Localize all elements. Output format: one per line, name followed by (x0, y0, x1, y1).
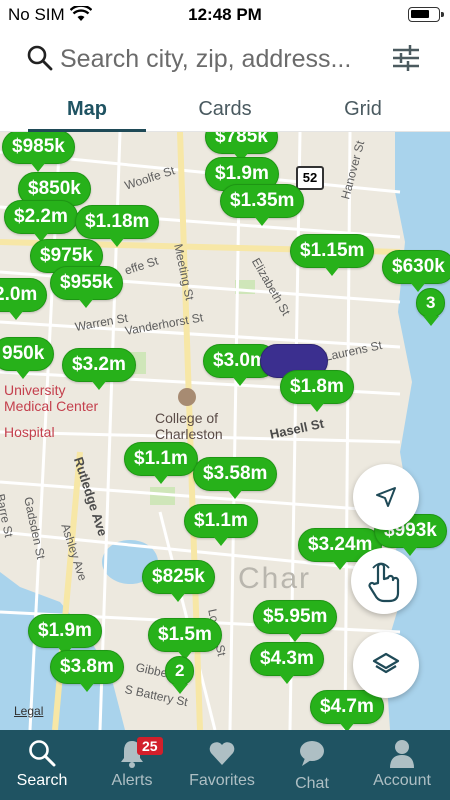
price-pin[interactable]: $825k (142, 560, 215, 602)
price-pin[interactable]: $1.15m (290, 234, 375, 276)
tab-grid[interactable]: Grid (288, 98, 438, 121)
status-bar: No SIM 12:48 PM (0, 0, 450, 30)
nav-label: Chat (295, 775, 329, 792)
alerts-count-badge: 25 (137, 737, 163, 755)
college-icon (178, 388, 196, 406)
map-layers-button[interactable] (353, 632, 419, 698)
nav-search[interactable]: Search (0, 730, 87, 800)
price-pin[interactable]: $1.8m (280, 370, 354, 412)
battery-icon (408, 7, 444, 22)
nav-favorites[interactable]: Favorites (177, 730, 267, 800)
price-pin[interactable]: $985k (2, 132, 75, 172)
price-pin[interactable]: $1.1m (124, 442, 198, 484)
price-pin[interactable]: $1.1m (184, 504, 258, 546)
nav-label: Search (16, 772, 68, 789)
search-bar (0, 34, 450, 86)
college-label: College of (155, 410, 219, 426)
price-pin[interactable]: $1.5m (148, 618, 222, 660)
hospital-label: Medical Center (4, 398, 99, 414)
nav-label: Alerts (111, 772, 153, 789)
search-input[interactable] (60, 42, 380, 76)
bottom-nav: Search Alerts Favorites Chat Account (0, 730, 450, 800)
hand-pointer-icon (368, 562, 400, 603)
price-pin[interactable]: $4.3m (250, 642, 324, 684)
price-pin[interactable]: $3.2m (62, 348, 136, 390)
search-icon[interactable] (26, 44, 54, 77)
filter-sliders-icon[interactable] (390, 42, 422, 79)
tab-map[interactable]: Map (12, 98, 162, 121)
hospital-label: University (4, 382, 66, 398)
nav-chat[interactable]: Chat (267, 730, 357, 800)
price-pin[interactable]: $630k (382, 250, 450, 292)
nav-label: Account (373, 772, 431, 789)
price-pin[interactable]: $3.8m (50, 650, 124, 692)
price-pin[interactable]: 950k (0, 337, 55, 379)
price-pin[interactable]: $5.95m (253, 600, 338, 642)
draw-search-button[interactable] (351, 548, 417, 614)
search-icon (29, 740, 56, 767)
nav-label: Favorites (189, 772, 255, 789)
hospital-label: Hospital (4, 424, 55, 440)
chat-bubble-icon (300, 741, 324, 766)
heart-icon (209, 742, 235, 765)
clock: 12:48 PM (188, 5, 262, 24)
price-pin[interactable]: 2.0m (0, 278, 48, 320)
price-pin[interactable]: $3.58m (193, 457, 278, 499)
layers-icon (372, 652, 400, 674)
locate-button[interactable] (353, 464, 419, 530)
map-view[interactable]: Woolfe St Meeting St Elizabeth St Hanove… (0, 132, 450, 730)
price-pin[interactable]: $955k (50, 266, 123, 308)
price-pin[interactable]: $1.9m (28, 614, 102, 656)
nav-account[interactable]: Account (357, 730, 447, 800)
route-badge: 52 (296, 166, 324, 190)
navigation-arrow-icon (376, 487, 396, 507)
college-label: Charleston (155, 426, 223, 442)
price-pin[interactable]: $2.2m (4, 200, 78, 242)
city-watermark: Char (238, 562, 312, 595)
nav-alerts[interactable]: Alerts (87, 730, 177, 800)
price-pin[interactable]: $1.18m (75, 205, 160, 247)
user-icon (390, 740, 414, 768)
price-pin[interactable]: $785k (205, 132, 278, 162)
tab-cards[interactable]: Cards (150, 98, 300, 121)
view-tabs: Map Cards Grid (0, 88, 450, 132)
price-pin[interactable]: $1.35m (220, 184, 305, 226)
legal-link[interactable]: Legal (14, 704, 43, 718)
